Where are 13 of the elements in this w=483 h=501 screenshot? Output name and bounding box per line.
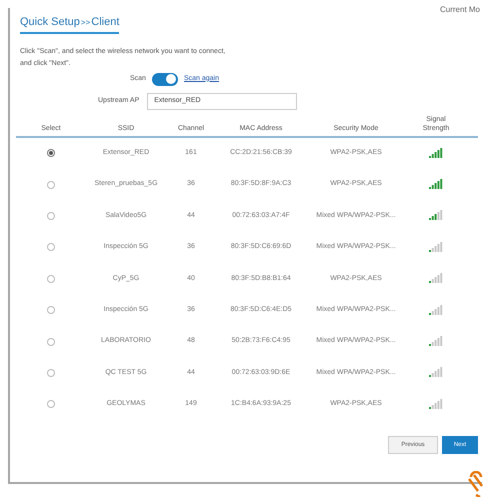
radio-button[interactable] xyxy=(47,180,55,189)
radio-button[interactable] xyxy=(47,368,55,377)
radio-button[interactable] xyxy=(47,149,55,158)
breadcrumb-title: Quick Setup>>Client xyxy=(20,14,120,34)
scan-toggle[interactable] xyxy=(152,72,178,86)
header-text: Current Mo xyxy=(440,6,480,14)
pointer-icon xyxy=(468,471,483,497)
radio-button[interactable] xyxy=(47,306,55,314)
radio-button[interactable] xyxy=(47,338,55,346)
radio-button[interactable] xyxy=(47,400,55,408)
radio-button[interactable] xyxy=(47,212,55,220)
radio-button[interactable] xyxy=(47,274,55,283)
radio-button[interactable] xyxy=(47,243,55,252)
